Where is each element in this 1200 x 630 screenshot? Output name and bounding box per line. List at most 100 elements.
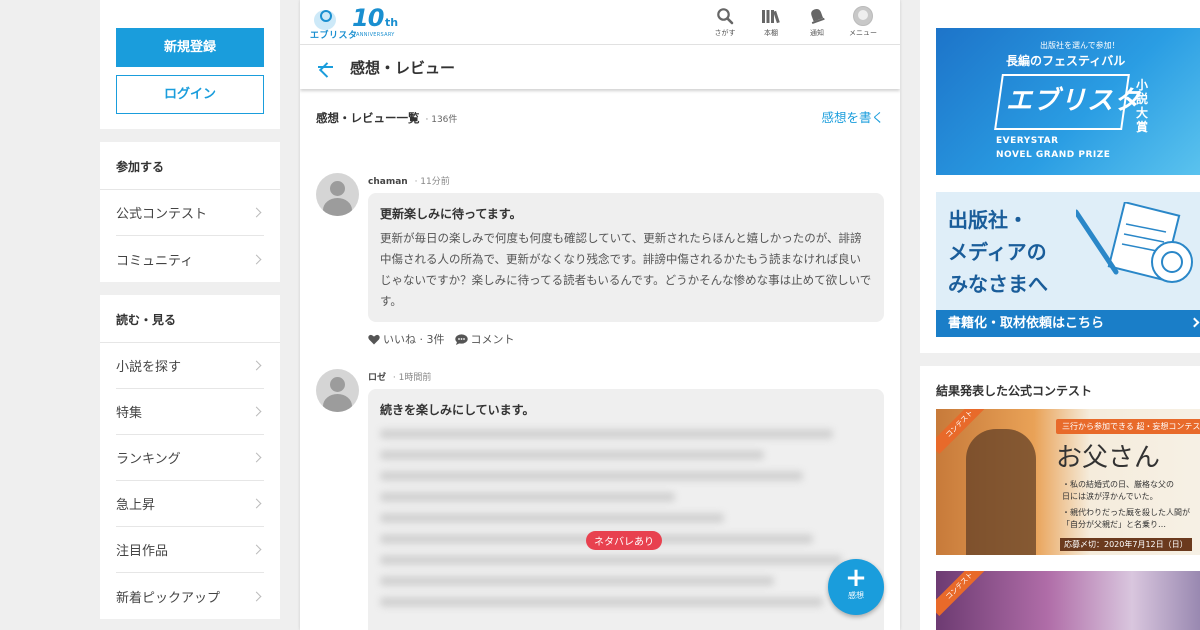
festival-banner[interactable]: 出版社を選んで参加！ 長編のフェスティバル エブリスタ 小説大賞 EVERYST… [936, 28, 1200, 175]
review-bubble: 続きを楽しみにしています。 ネタバレあり [368, 389, 884, 630]
contest-line: ・親代わりだった厩を殺した人間が [1062, 508, 1190, 517]
site-logo[interactable]: エブリスタ 10 th ANNIVERSARY [308, 4, 412, 42]
header-nav: さがす 本棚 通知 メニュー [702, 6, 886, 38]
contest-banner-2[interactable]: コンテスト [936, 571, 1200, 630]
contest-line: 日には涙が浮かんでいた。 [1062, 492, 1158, 501]
contest-deadline: 応募〆切：2020年7月12日（日） [1060, 538, 1192, 551]
comment-button[interactable]: コメント [454, 331, 515, 347]
avatar-body [323, 198, 352, 216]
logo-anniversary: ANNIVERSARY [356, 32, 395, 38]
spoiler-badge[interactable]: ネタバレあり [586, 531, 662, 550]
review-username[interactable]: ロゼ [368, 373, 386, 383]
chevron-right-icon [251, 360, 262, 371]
fab-label: 感想 [848, 591, 864, 600]
chevron-right-icon [251, 544, 262, 555]
join-menu: 参加する 公式コンテスト コミュニティ [100, 142, 280, 282]
notebook-camera-illustration [1076, 202, 1193, 283]
publisher-line1: 出版社・ [948, 208, 1028, 232]
write-review-link[interactable]: 感想を書く [821, 107, 884, 126]
chevron-right-icon [251, 406, 262, 417]
register-button[interactable]: 新規登録 [116, 28, 264, 67]
contest-line: 「自分が父親だ」と名乗り… [1062, 520, 1166, 529]
read-menu-heading: 読む・見る [100, 295, 280, 343]
nav-notifications[interactable]: 通知 [794, 6, 840, 38]
contest-tag: 三行から参加できる 超・妄想コンテスト [1056, 419, 1200, 434]
avatar[interactable] [316, 369, 359, 412]
contest-heading: 結果発表した公式コンテスト [936, 384, 1093, 398]
review-username[interactable]: chaman [368, 177, 408, 187]
bookshelf-icon [748, 6, 794, 26]
chevron-right-icon [251, 591, 262, 601]
nav-bookshelf[interactable]: 本棚 [748, 6, 794, 38]
plus-icon: + [845, 563, 867, 593]
title-bar: 感想・レビュー [300, 45, 900, 89]
sidebar-item-ranking[interactable]: ランキング [116, 435, 264, 481]
banner-subtitle: 出版社を選んで参加！ [1040, 41, 1120, 50]
comment-label: コメント [470, 333, 515, 346]
nav-search[interactable]: さがす [702, 6, 748, 38]
main-column: エブリスタ 10 th ANNIVERSARY さがす 本棚 通知 メニュー 感… [300, 0, 900, 630]
sidebar-item-label: 新着ピックアップ [116, 590, 221, 606]
sidebar-item-community[interactable]: コミュニティ [116, 236, 264, 282]
review-meta: chaman · 11分前 [368, 173, 884, 193]
logo-magnifier-icon [320, 10, 332, 22]
sidebar-item-featured-works[interactable]: 注目作品 [116, 527, 264, 573]
ad-box: 出版社を選んで参加！ 長編のフェスティバル エブリスタ 小説大賞 EVERYST… [920, 0, 1200, 353]
banner-side-text: 小説大賞 [1136, 78, 1149, 134]
review-bubble: 更新楽しみに待ってます。 更新が毎日の楽しみで何度も何度も確認していて、更新され… [368, 193, 884, 322]
spoiler-blurred-body[interactable] [380, 429, 872, 607]
review-meta: ロゼ · 1時間前 [368, 369, 884, 389]
sidebar-item-features[interactable]: 特集 [116, 389, 264, 435]
publisher-line2: メディアの [948, 240, 1047, 264]
contest-box: 結果発表した公式コンテスト コンテスト 三行から参加できる 超・妄想コンテスト … [920, 366, 1200, 630]
sidebar-item-find-novels[interactable]: 小説を探す [116, 343, 264, 389]
logo-10: 10 [352, 4, 384, 32]
nav-label: さがす [714, 29, 736, 37]
avatar[interactable] [316, 173, 359, 216]
sidebar-item-label: 公式コンテスト [116, 207, 208, 222]
sidebar-item-label: 特集 [116, 406, 143, 421]
sidebar-item-label: 急上昇 [116, 498, 156, 513]
review-item: ロゼ · 1時間前 続きを楽しみにしています。 ネタバレあり [300, 369, 900, 630]
auth-box: 新規登録 ログイン [100, 0, 280, 129]
publisher-footer-label: 書籍化・取材依頼はこちら [948, 316, 1105, 331]
publisher-banner[interactable]: 出版社・ メディアの みなさまへ 書籍化・取材依頼はこちら [936, 192, 1200, 337]
review-item: chaman · 11分前 更新楽しみに待ってます。 更新が毎日の楽しみで何度も… [300, 173, 900, 347]
write-review-fab[interactable]: + 感想 [828, 559, 884, 615]
sidebar-item-trending[interactable]: 急上昇 [116, 481, 264, 527]
review-timestamp: · 1時間前 [392, 373, 432, 383]
sidebar-item-label: ランキング [116, 452, 181, 467]
sidebar-item-official-contest[interactable]: 公式コンテスト [116, 190, 264, 236]
publisher-footer: 書籍化・取材依頼はこちら [936, 310, 1200, 337]
chevron-right-icon [251, 254, 262, 264]
review-actions: いいね · 3件 コメント [368, 331, 884, 347]
comment-icon [454, 333, 468, 345]
banner-en-line1: EVERYSTAR [996, 136, 1059, 146]
chevron-right-icon [251, 452, 262, 463]
contest-title: お父さん [1056, 443, 1161, 473]
contest-banner-father[interactable]: コンテスト 三行から参加できる 超・妄想コンテスト お父さん ・私の結婚式の日、… [936, 409, 1200, 555]
sidebar-item-label: 注目作品 [116, 544, 169, 559]
review-list-header: 感想・レビュー一覧 · 136件 感想を書く [300, 89, 900, 126]
like-button[interactable]: いいね · 3件 [368, 331, 445, 347]
review-count: · 136件 [425, 115, 458, 125]
review-title: 続きを楽しみにしています。 [380, 403, 535, 417]
login-button[interactable]: ログイン [116, 75, 264, 114]
bell-icon [794, 6, 840, 26]
review-list-title: 感想・レビュー一覧 [316, 111, 420, 125]
left-sidebar: 新規登録 ログイン 参加する 公式コンテスト コミュニティ 読む・見る 小説を探… [100, 0, 280, 619]
chevron-right-icon [251, 207, 262, 218]
nav-label: 本棚 [764, 29, 778, 37]
search-icon [702, 6, 748, 26]
chevron-right-icon [251, 498, 262, 509]
nav-menu[interactable]: メニュー [840, 6, 886, 38]
sidebar-item-label: 小説を探す [116, 360, 182, 375]
join-menu-heading: 参加する [100, 142, 280, 190]
back-arrow-icon[interactable] [316, 57, 336, 77]
avatar-head [330, 377, 345, 392]
banner-en-line2: NOVEL GRAND PRIZE [996, 150, 1111, 160]
right-sidebar: 出版社を選んで参加！ 長編のフェスティバル エブリスタ 小説大賞 EVERYST… [920, 0, 1200, 630]
contest-line: ・私の結婚式の日、厳格な父の [1062, 480, 1174, 489]
sidebar-item-new-pickup[interactable]: 新着ピックアップ [116, 573, 264, 619]
logo-text: エブリスタ [310, 31, 358, 41]
